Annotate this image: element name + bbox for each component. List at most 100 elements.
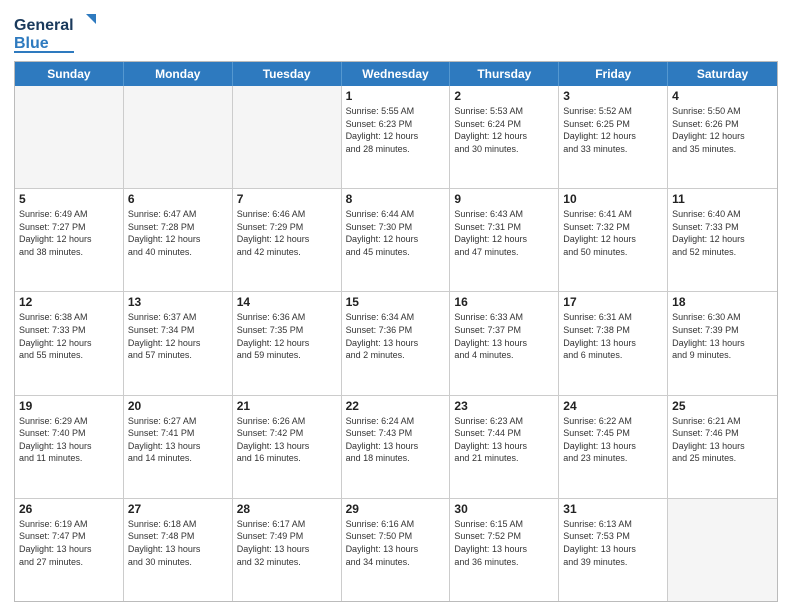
day-info: Sunrise: 6:24 AM Sunset: 7:43 PM Dayligh… [346,415,446,465]
calendar-cell: 9 Sunrise: 6:43 AM Sunset: 7:31 PM Daylig… [450,189,559,291]
day-number: 24 [563,399,663,413]
weekday-header-friday: Friday [559,62,668,86]
day-number: 12 [19,295,119,309]
day-number: 2 [454,89,554,103]
day-info: Sunrise: 5:53 AM Sunset: 6:24 PM Dayligh… [454,105,554,155]
calendar-row-1: 5 Sunrise: 6:49 AM Sunset: 7:27 PM Daylig… [15,189,777,292]
day-info: Sunrise: 6:18 AM Sunset: 7:48 PM Dayligh… [128,518,228,568]
day-number: 4 [672,89,773,103]
calendar-cell: 28Sunrise: 6:17 AM Sunset: 7:49 PM Dayli… [233,499,342,601]
day-info: Sunrise: 6:37 AM Sunset: 7:34 PM Dayligh… [128,311,228,361]
day-number: 23 [454,399,554,413]
calendar-cell: 31 Sunrise: 6:13 AM Sunset: 7:53 PM Dayli… [559,499,668,601]
day-info: Sunrise: 6:21 AM Sunset: 7:46 PM Dayligh… [672,415,773,465]
day-number: 29 [346,502,446,516]
weekday-header-tuesday: Tuesday [233,62,342,86]
day-info: Sunrise: 6:49 AM Sunset: 7:27 PM Dayligh… [19,208,119,258]
day-info: Sunrise: 6:33 AM Sunset: 7:37 PM Dayligh… [454,311,554,361]
day-number: 5 [19,192,119,206]
weekday-header-monday: Monday [124,62,233,86]
day-info: Sunrise: 6:30 AM Sunset: 7:39 PM Dayligh… [672,311,773,361]
calendar-cell: 23 Sunrise: 6:23 AM Sunset: 7:44 PM Dayli… [450,396,559,498]
day-info: Sunrise: 6:23 AM Sunset: 7:44 PM Dayligh… [454,415,554,465]
day-info: Sunrise: 6:26 AM Sunset: 7:42 PM Dayligh… [237,415,337,465]
calendar-cell [15,86,124,188]
calendar-cell: 13 Sunrise: 6:37 AM Sunset: 7:34 PM Dayli… [124,292,233,394]
calendar-cell: 16Sunrise: 6:33 AM Sunset: 7:37 PM Dayli… [450,292,559,394]
calendar-cell: 30Sunrise: 6:15 AM Sunset: 7:52 PM Dayli… [450,499,559,601]
day-number: 11 [672,192,773,206]
calendar-body: 1 Sunrise: 5:55 AM Sunset: 6:23 PM Daylig… [15,86,777,601]
day-info: Sunrise: 6:34 AM Sunset: 7:36 PM Dayligh… [346,311,446,361]
day-info: Sunrise: 6:47 AM Sunset: 7:28 PM Dayligh… [128,208,228,258]
day-number: 7 [237,192,337,206]
calendar-cell: 1 Sunrise: 5:55 AM Sunset: 6:23 PM Daylig… [342,86,451,188]
calendar-cell: 14Sunrise: 6:36 AM Sunset: 7:35 PM Dayli… [233,292,342,394]
day-info: Sunrise: 5:50 AM Sunset: 6:26 PM Dayligh… [672,105,773,155]
calendar: SundayMondayTuesdayWednesdayThursdayFrid… [14,61,778,602]
calendar-cell: 11 Sunrise: 6:40 AM Sunset: 7:33 PM Dayli… [668,189,777,291]
day-number: 27 [128,502,228,516]
day-number: 13 [128,295,228,309]
calendar-cell: 19Sunrise: 6:29 AM Sunset: 7:40 PM Dayli… [15,396,124,498]
logo: General Blue [14,10,104,55]
day-number: 1 [346,89,446,103]
calendar-cell: 10Sunrise: 6:41 AM Sunset: 7:32 PM Dayli… [559,189,668,291]
calendar-cell: 8 Sunrise: 6:44 AM Sunset: 7:30 PM Daylig… [342,189,451,291]
calendar-cell [233,86,342,188]
calendar-cell: 15 Sunrise: 6:34 AM Sunset: 7:36 PM Dayli… [342,292,451,394]
logo-svg: General Blue [14,10,104,55]
day-info: Sunrise: 5:55 AM Sunset: 6:23 PM Dayligh… [346,105,446,155]
day-number: 8 [346,192,446,206]
day-number: 26 [19,502,119,516]
day-number: 9 [454,192,554,206]
calendar-cell: 20Sunrise: 6:27 AM Sunset: 7:41 PM Dayli… [124,396,233,498]
svg-text:General: General [14,17,74,34]
weekday-header-wednesday: Wednesday [342,62,451,86]
weekday-header-saturday: Saturday [668,62,777,86]
day-info: Sunrise: 6:46 AM Sunset: 7:29 PM Dayligh… [237,208,337,258]
calendar-cell: 4 Sunrise: 5:50 AM Sunset: 6:26 PM Daylig… [668,86,777,188]
page-container: General Blue SundayMondayTuesdayWednesda… [0,0,792,612]
calendar-row-0: 1 Sunrise: 5:55 AM Sunset: 6:23 PM Daylig… [15,86,777,189]
calendar-cell: 7 Sunrise: 6:46 AM Sunset: 7:29 PM Daylig… [233,189,342,291]
day-number: 10 [563,192,663,206]
day-number: 21 [237,399,337,413]
day-info: Sunrise: 6:22 AM Sunset: 7:45 PM Dayligh… [563,415,663,465]
day-number: 6 [128,192,228,206]
day-info: Sunrise: 6:13 AM Sunset: 7:53 PM Dayligh… [563,518,663,568]
day-info: Sunrise: 6:40 AM Sunset: 7:33 PM Dayligh… [672,208,773,258]
day-number: 22 [346,399,446,413]
weekday-header-sunday: Sunday [15,62,124,86]
calendar-cell: 27 Sunrise: 6:18 AM Sunset: 7:48 PM Dayli… [124,499,233,601]
day-number: 20 [128,399,228,413]
day-number: 18 [672,295,773,309]
page-header: General Blue [14,10,778,55]
day-number: 19 [19,399,119,413]
day-info: Sunrise: 5:52 AM Sunset: 6:25 PM Dayligh… [563,105,663,155]
weekday-header-thursday: Thursday [450,62,559,86]
calendar-header: SundayMondayTuesdayWednesdayThursdayFrid… [15,62,777,86]
day-number: 30 [454,502,554,516]
calendar-cell: 25Sunrise: 6:21 AM Sunset: 7:46 PM Dayli… [668,396,777,498]
calendar-cell: 21 Sunrise: 6:26 AM Sunset: 7:42 PM Dayli… [233,396,342,498]
day-info: Sunrise: 6:43 AM Sunset: 7:31 PM Dayligh… [454,208,554,258]
day-info: Sunrise: 6:44 AM Sunset: 7:30 PM Dayligh… [346,208,446,258]
calendar-row-3: 19Sunrise: 6:29 AM Sunset: 7:40 PM Dayli… [15,396,777,499]
calendar-cell: 18 Sunrise: 6:30 AM Sunset: 7:39 PM Dayli… [668,292,777,394]
day-number: 31 [563,502,663,516]
day-number: 17 [563,295,663,309]
calendar-cell: 6 Sunrise: 6:47 AM Sunset: 7:28 PM Daylig… [124,189,233,291]
day-info: Sunrise: 6:31 AM Sunset: 7:38 PM Dayligh… [563,311,663,361]
calendar-cell: 12 Sunrise: 6:38 AM Sunset: 7:33 PM Dayli… [15,292,124,394]
calendar-cell: 17 Sunrise: 6:31 AM Sunset: 7:38 PM Dayli… [559,292,668,394]
day-info: Sunrise: 6:38 AM Sunset: 7:33 PM Dayligh… [19,311,119,361]
calendar-cell: 24 Sunrise: 6:22 AM Sunset: 7:45 PM Dayli… [559,396,668,498]
calendar-cell: 26Sunrise: 6:19 AM Sunset: 7:47 PM Dayli… [15,499,124,601]
day-number: 15 [346,295,446,309]
calendar-cell: 5 Sunrise: 6:49 AM Sunset: 7:27 PM Daylig… [15,189,124,291]
calendar-cell: 22 Sunrise: 6:24 AM Sunset: 7:43 PM Dayli… [342,396,451,498]
day-number: 14 [237,295,337,309]
calendar-cell [668,499,777,601]
day-number: 3 [563,89,663,103]
